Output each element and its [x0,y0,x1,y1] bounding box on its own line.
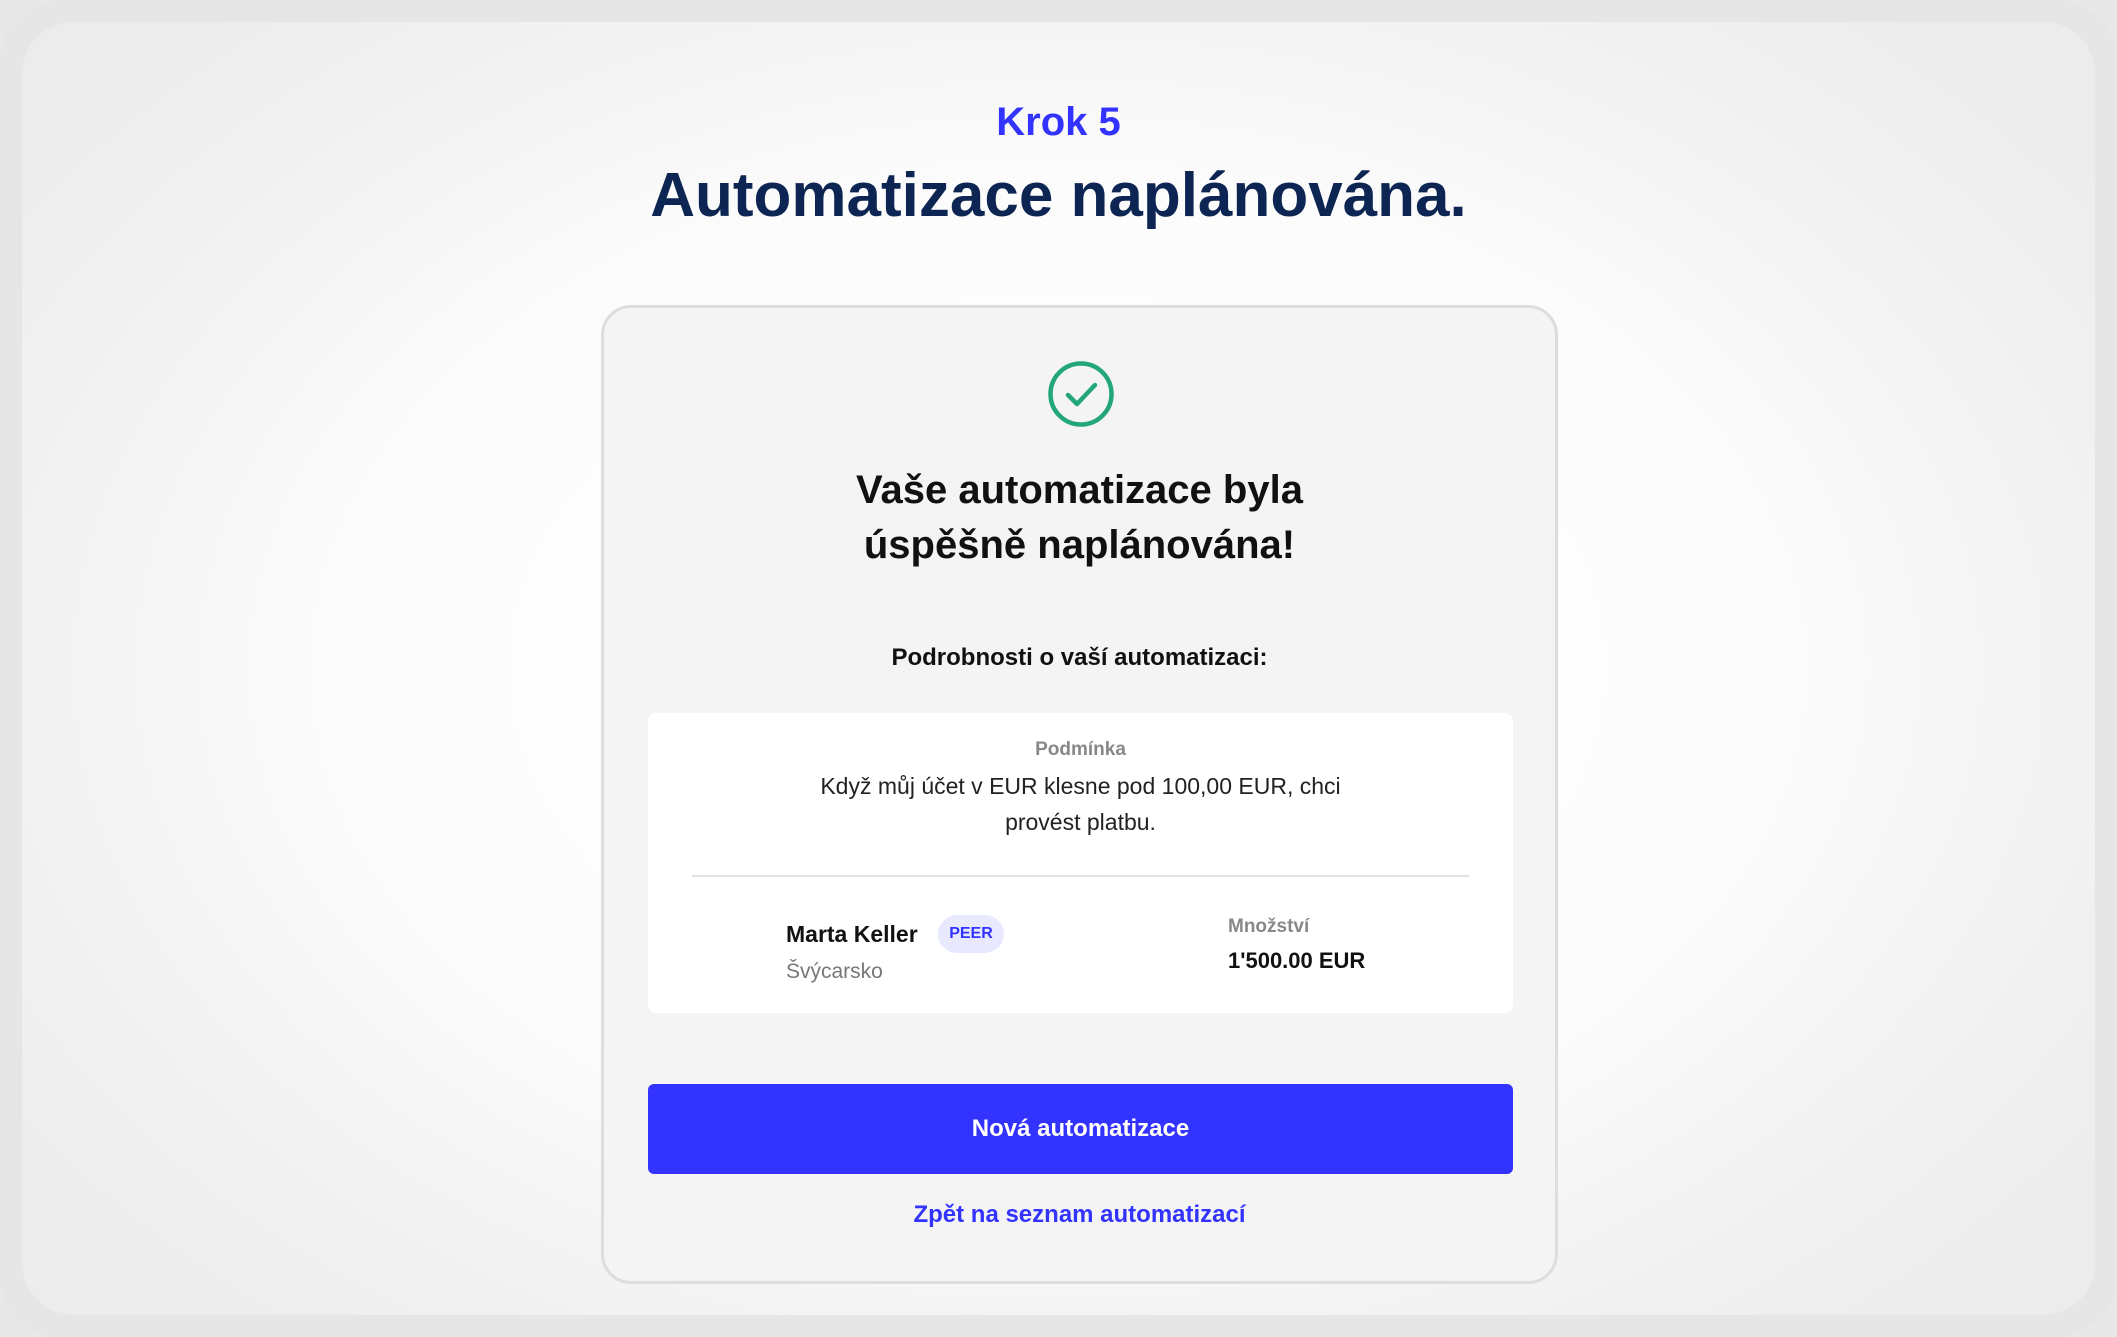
back-to-list-link[interactable]: Zpět na seznam automatizací [604,1198,1555,1232]
step-label: Krok 5 [996,100,1121,144]
recipient-name: Marta Keller [786,921,918,947]
page-title: Automatizace naplánována. [650,161,1467,230]
check-circle-icon [1048,361,1114,427]
confirmation-card: Vaše automatizace byla úspěšně naplánová… [601,305,1558,1284]
amount-value: 1'500.00 EUR [1228,948,1366,973]
screen: Krok 5 Automatizace naplánována. Vaše au… [22,22,2095,1315]
new-automation-button[interactable]: Nová automatizace [648,1084,1513,1174]
details-label: Podrobnosti o vaší automatizaci: [891,644,1268,671]
condition-label: Podmínka [1035,739,1126,760]
divider [692,875,1469,877]
recipient-country: Švýcarsko [786,960,883,983]
condition-text: Když můj účet v EUR klesne pod 100,00 EU… [820,773,1341,835]
success-heading-line-2: úspěšně naplánována! [863,523,1296,567]
success-heading-line-1: Vaše automatizace byla [856,468,1303,512]
peer-badge: PEER [938,915,1004,953]
amount-label: Množství [1228,916,1310,937]
success-heading: Vaše automatizace byla úspěšně naplánová… [604,463,1555,573]
details-panel: Podmínka Když můj účet v EUR klesne pod … [648,713,1513,1013]
device-frame: Krok 5 Automatizace naplánována. Vaše au… [0,0,2117,1337]
